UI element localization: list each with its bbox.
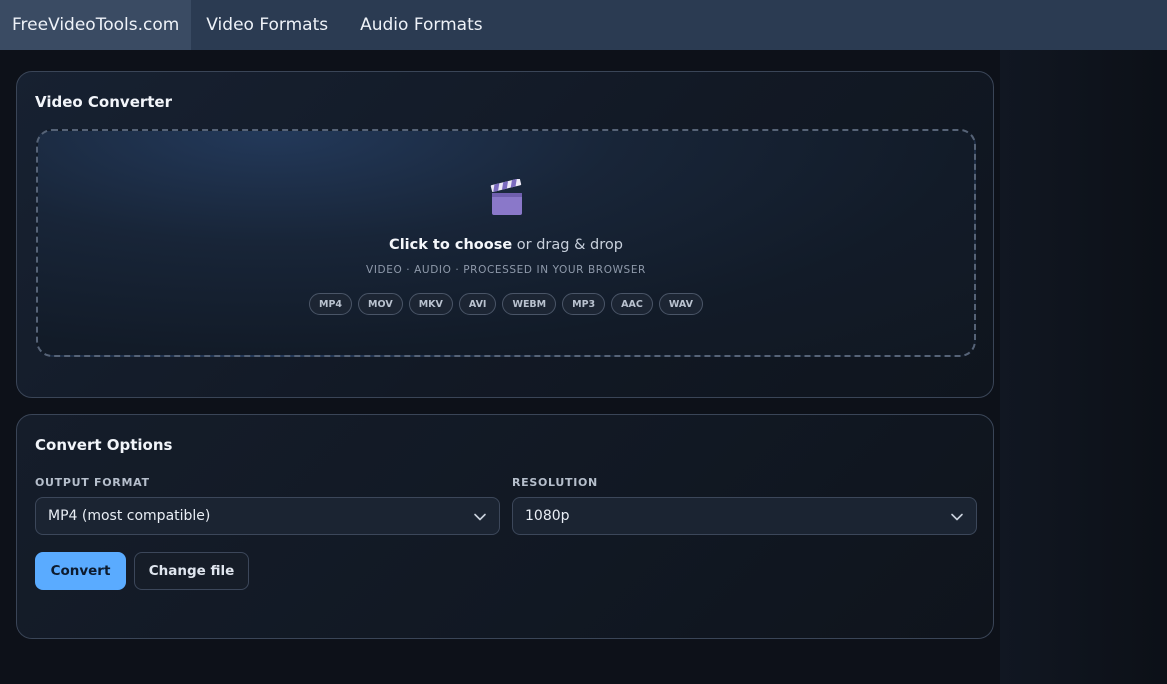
format-chip: MP3 bbox=[562, 293, 606, 315]
format-chip: MP4 bbox=[309, 293, 353, 315]
video-converter-card: Video Converter Click to choose or drag … bbox=[16, 71, 994, 398]
dropzone-instructions: Click to choose or drag & drop bbox=[38, 237, 974, 253]
file-dropzone[interactable]: Click to choose or drag & drop VIDEO · A… bbox=[36, 129, 976, 357]
format-chip: WEBM bbox=[502, 293, 557, 315]
clapperboard-icon bbox=[490, 179, 522, 215]
resolution-value: 1080p bbox=[525, 508, 570, 524]
format-chip: MOV bbox=[358, 293, 403, 315]
convert-button[interactable]: Convert bbox=[35, 552, 126, 590]
nav-audio-formats[interactable]: Audio Formats bbox=[344, 0, 499, 50]
chevron-down-icon bbox=[474, 513, 486, 521]
top-navigation: FreeVideoTools.com Video Formats Audio F… bbox=[0, 0, 1167, 50]
resolution-select[interactable]: 1080p bbox=[512, 497, 977, 535]
resolution-label: RESOLUTION bbox=[512, 476, 598, 489]
convert-options-title: Convert Options bbox=[35, 436, 173, 454]
output-format-label: OUTPUT FORMAT bbox=[35, 476, 150, 489]
dropzone-subtitle: VIDEO · AUDIO · PROCESSED IN YOUR BROWSE… bbox=[366, 264, 646, 276]
drag-drop-text: or drag & drop bbox=[512, 237, 623, 253]
format-chip: WAV bbox=[658, 293, 703, 315]
format-chip: MKV bbox=[408, 293, 453, 315]
format-chip: AAC bbox=[611, 293, 653, 315]
chevron-down-icon bbox=[951, 513, 963, 521]
video-converter-title: Video Converter bbox=[35, 93, 173, 111]
brand-link[interactable]: FreeVideoTools.com bbox=[0, 0, 192, 50]
convert-options-card: Convert Options OUTPUT FORMAT MP4 (most … bbox=[16, 414, 994, 639]
supported-formats: MP4 MOV MKV AVI WEBM MP3 AAC WAV bbox=[38, 293, 974, 315]
choose-file-link[interactable]: Click to choose bbox=[389, 237, 512, 253]
format-chip: AVI bbox=[458, 293, 497, 315]
output-format-value: MP4 (most compatible) bbox=[48, 508, 211, 524]
change-file-button[interactable]: Change file bbox=[134, 552, 249, 590]
nav-video-formats[interactable]: Video Formats bbox=[191, 0, 344, 50]
background-shade bbox=[1000, 50, 1167, 684]
output-format-select[interactable]: MP4 (most compatible) bbox=[35, 497, 500, 535]
